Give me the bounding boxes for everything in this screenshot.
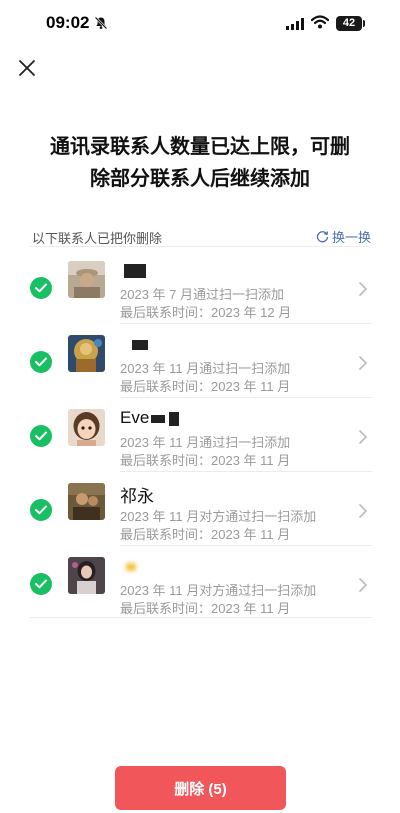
- selected-check-icon[interactable]: [30, 425, 52, 447]
- section-divider: [30, 246, 370, 247]
- contact-last-contact: 最后联系时间：2023 年 11 月: [120, 453, 291, 468]
- contact-last-contact: 最后联系时间：2023 年 12 月: [120, 305, 292, 320]
- section-label: 以下联系人已把你删除: [32, 231, 163, 246]
- avatar: [68, 335, 105, 372]
- list-bottom-divider: [30, 617, 372, 618]
- chevron-right-icon: [359, 356, 367, 370]
- contact-added-info: 2023 年 7 月通过扫一扫添加: [120, 287, 284, 302]
- status-time: 09:02: [46, 13, 90, 32]
- title-line-2: 除部分联系人后继续添加: [90, 168, 310, 190]
- refresh-label: 换一换: [332, 230, 372, 245]
- contact-added-info: 2023 年 11 月对方通过扫一扫添加: [120, 583, 317, 598]
- contact-last-contact: 最后联系时间：2023 年 11 月: [120, 527, 291, 542]
- chevron-right-icon: [359, 430, 367, 444]
- avatar: [68, 483, 105, 520]
- selected-check-icon[interactable]: [30, 499, 52, 521]
- contact-added-info: 2023 年 11 月通过扫一扫添加: [120, 361, 291, 376]
- close-button[interactable]: [15, 56, 39, 80]
- contact-added-info: 2023 年 11 月对方通过扫一扫添加: [120, 509, 317, 524]
- contact-name: [120, 334, 148, 354]
- contact-name: Eve: [120, 408, 180, 428]
- contact-last-contact: 最后联系时间：2023 年 11 月: [120, 379, 291, 394]
- refresh-icon: [316, 231, 329, 243]
- contact-name: 祁永: [120, 487, 154, 506]
- status-bar: 09:02 42: [0, 0, 400, 50]
- contact-row[interactable]: Eve 2023 年 11 月通过扫一扫添加 最后联系时间：2023 年 11 …: [0, 408, 400, 480]
- wifi-icon: [310, 15, 330, 34]
- avatar: [68, 557, 105, 594]
- delete-button[interactable]: 删除 (5): [115, 766, 286, 810]
- selected-check-icon[interactable]: [30, 351, 52, 373]
- contact-name: [120, 260, 146, 280]
- contact-last-contact: 最后联系时间：2023 年 11 月: [120, 601, 291, 616]
- title-line-1: 通讯录联系人数量已达上限，可删: [50, 136, 350, 158]
- contact-name: [120, 556, 136, 576]
- chevron-right-icon: [359, 504, 367, 518]
- row-divider: [120, 471, 372, 472]
- chevron-right-icon: [359, 578, 367, 592]
- row-divider: [120, 397, 372, 398]
- avatar: [68, 261, 105, 298]
- selected-check-icon[interactable]: [30, 573, 52, 595]
- close-icon: [19, 60, 35, 76]
- chevron-right-icon: [359, 282, 367, 296]
- contact-row[interactable]: 2023 年 7 月通过扫一扫添加 最后联系时间：2023 年 12 月: [0, 260, 400, 332]
- page-title: 通讯录联系人数量已达上限，可删 除部分联系人后继续添加: [20, 131, 380, 195]
- row-divider: [120, 545, 372, 546]
- avatar: [68, 409, 105, 446]
- battery-tip: [363, 20, 365, 27]
- battery-icon: 42: [336, 16, 362, 31]
- contact-row[interactable]: 2023 年 11 月通过扫一扫添加 最后联系时间：2023 年 11 月: [0, 334, 400, 406]
- refresh-button[interactable]: 换一换: [316, 227, 371, 246]
- contact-added-info: 2023 年 11 月通过扫一扫添加: [120, 435, 291, 450]
- contact-row[interactable]: 祁永 2023 年 11 月对方通过扫一扫添加 最后联系时间：2023 年 11…: [0, 482, 400, 554]
- selected-check-icon[interactable]: [30, 277, 52, 299]
- cellular-signal-icon: [286, 17, 304, 35]
- row-divider: [120, 323, 372, 324]
- mute-bell-icon: [94, 16, 108, 35]
